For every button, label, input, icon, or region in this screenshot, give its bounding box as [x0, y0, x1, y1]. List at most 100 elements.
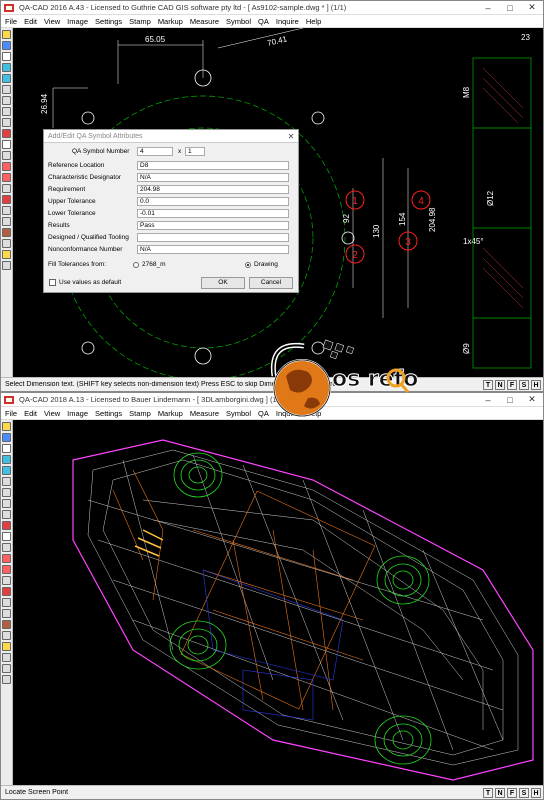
layout-tool-icon[interactable]	[2, 664, 11, 673]
text-tool-icon[interactable]	[2, 554, 11, 563]
qa-symbol-number-field[interactable]: 4	[137, 147, 173, 156]
dialog-close-icon[interactable]: ✕	[284, 132, 298, 141]
arrow-tool-icon[interactable]	[2, 565, 11, 574]
menu-edit[interactable]: Edit	[24, 17, 37, 26]
measure-tool-icon[interactable]	[2, 598, 11, 607]
text-tool-icon[interactable]	[2, 162, 11, 171]
line-tool-icon[interactable]	[2, 140, 11, 149]
zoom-out-tool-icon[interactable]	[2, 466, 11, 475]
open-tool-icon[interactable]	[2, 30, 11, 39]
lamp-tool-icon[interactable]	[2, 642, 11, 651]
radio-drawing[interactable]	[245, 262, 251, 268]
radio-2768m[interactable]	[133, 262, 139, 268]
status-h-icon[interactable]: H	[531, 787, 541, 798]
maximize-icon[interactable]: □	[499, 395, 521, 405]
status-t-icon[interactable]: T	[483, 379, 493, 390]
reference-location-field[interactable]: D8	[137, 161, 289, 170]
cloud-tool-icon[interactable]	[2, 184, 11, 193]
markup-tool-icon[interactable]	[2, 129, 11, 138]
status-s-icon[interactable]: S	[519, 379, 529, 390]
zoom-window-tool-icon[interactable]	[2, 477, 11, 486]
menu-settings[interactable]: Settings	[95, 17, 122, 26]
use-default-checkbox[interactable]	[49, 279, 56, 286]
menu-view[interactable]: View	[44, 17, 60, 26]
status-f-icon[interactable]: F	[507, 787, 517, 798]
status-f-icon[interactable]: F	[507, 379, 517, 390]
close-icon[interactable]: ✕	[521, 2, 543, 13]
minimize-icon[interactable]: –	[477, 395, 499, 405]
status-s-icon[interactable]: S	[519, 787, 529, 798]
menu-inquire[interactable]: Inquire	[276, 17, 299, 26]
zoom-extents-tool-icon[interactable]	[2, 107, 11, 116]
status-h-icon[interactable]: H	[531, 379, 541, 390]
menu-measure[interactable]: Measure	[190, 409, 219, 418]
pan-tool-icon[interactable]	[2, 96, 11, 105]
menu-symbol[interactable]: Symbol	[226, 17, 251, 26]
highlight-tool-icon[interactable]	[2, 620, 11, 629]
menu-file[interactable]: File	[5, 17, 17, 26]
zoom-out-tool-icon[interactable]	[2, 74, 11, 83]
menu-markup[interactable]: Markup	[158, 409, 183, 418]
line-tool-icon[interactable]	[2, 532, 11, 541]
open-tool-icon[interactable]	[2, 422, 11, 431]
properties-tool-icon[interactable]	[2, 675, 11, 684]
stamp-tool-icon[interactable]	[2, 217, 11, 226]
requirement-field[interactable]: 204.98	[137, 185, 289, 194]
settings-tool-icon[interactable]	[2, 261, 11, 270]
circle-tool-icon[interactable]	[2, 151, 11, 160]
nonconformance-field[interactable]: N/A	[137, 245, 289, 254]
layer-tool-icon[interactable]	[2, 118, 11, 127]
upper-tolerance-field[interactable]: 0.0	[137, 197, 289, 206]
status-n-icon[interactable]: N	[495, 787, 505, 798]
eraser-tool-icon[interactable]	[2, 239, 11, 248]
drawing-canvas[interactable]: 65.05 70.41 26.94 23 92 130 154 204.98 1…	[13, 28, 543, 377]
zoom-window-tool-icon[interactable]	[2, 85, 11, 94]
cancel-button[interactable]: Cancel	[249, 277, 293, 289]
menu-settings[interactable]: Settings	[95, 409, 122, 418]
menu-image[interactable]: Image	[67, 409, 88, 418]
close-icon[interactable]: ✕	[521, 394, 543, 405]
print-tool-icon[interactable]	[2, 444, 11, 453]
circle-tool-icon[interactable]	[2, 543, 11, 552]
model-canvas[interactable]	[13, 420, 543, 785]
menu-file[interactable]: File	[5, 409, 17, 418]
qa-symbol-tool-icon[interactable]	[2, 195, 11, 204]
layer-tool-icon[interactable]	[2, 510, 11, 519]
minimize-icon[interactable]: –	[477, 3, 499, 13]
save-tool-icon[interactable]	[2, 41, 11, 50]
characteristic-designator-field[interactable]: N/A	[137, 173, 289, 182]
zoom-in-tool-icon[interactable]	[2, 455, 11, 464]
menu-help[interactable]: Help	[306, 17, 321, 26]
results-field[interactable]: Pass	[137, 221, 289, 230]
stamp-tool-icon[interactable]	[2, 609, 11, 618]
menu-stamp[interactable]: Stamp	[129, 409, 151, 418]
zoom-in-tool-icon[interactable]	[2, 63, 11, 72]
eraser-tool-icon[interactable]	[2, 631, 11, 640]
settings-tool-icon[interactable]	[2, 653, 11, 662]
tooling-field[interactable]	[137, 233, 289, 242]
menu-view[interactable]: View	[44, 409, 60, 418]
zoom-extents-tool-icon[interactable]	[2, 499, 11, 508]
maximize-icon[interactable]: □	[499, 3, 521, 13]
print-tool-icon[interactable]	[2, 52, 11, 61]
qa-symbol-sub-field[interactable]: 1	[185, 147, 205, 156]
lower-tolerance-field[interactable]: -0.01	[137, 209, 289, 218]
menu-image[interactable]: Image	[67, 17, 88, 26]
menu-symbol[interactable]: Symbol	[226, 409, 251, 418]
menu-qa[interactable]: QA	[258, 17, 269, 26]
status-n-icon[interactable]: N	[495, 379, 505, 390]
menu-measure[interactable]: Measure	[190, 17, 219, 26]
ok-button[interactable]: OK	[201, 277, 245, 289]
menu-markup[interactable]: Markup	[158, 17, 183, 26]
lamp-tool-icon[interactable]	[2, 250, 11, 259]
highlight-tool-icon[interactable]	[2, 228, 11, 237]
status-t-icon[interactable]: T	[483, 787, 493, 798]
cloud-tool-icon[interactable]	[2, 576, 11, 585]
menu-stamp[interactable]: Stamp	[129, 17, 151, 26]
markup-tool-icon[interactable]	[2, 521, 11, 530]
save-tool-icon[interactable]	[2, 433, 11, 442]
measure-tool-icon[interactable]	[2, 206, 11, 215]
menu-edit[interactable]: Edit	[24, 409, 37, 418]
qa-symbol-tool-icon[interactable]	[2, 587, 11, 596]
arrow-tool-icon[interactable]	[2, 173, 11, 182]
